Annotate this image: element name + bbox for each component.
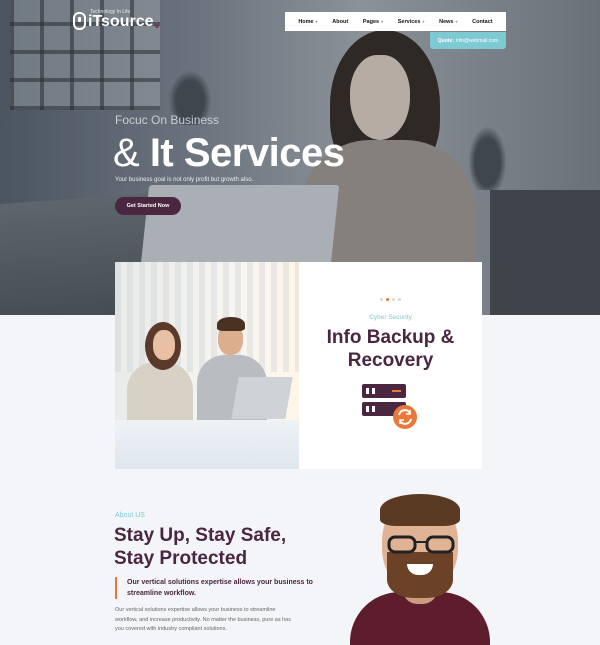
mouse-logo-icon [73,12,86,30]
hero-title-ampersand: & [113,131,140,175]
logo-tagline: Technology In Life [90,9,131,15]
nav-item-about[interactable]: About [332,19,348,25]
nav-item-pages[interactable]: Pages ▾ [363,19,383,25]
hero-title: & It Services [113,131,345,176]
about-body: Our vertical solutions expertise allows … [115,607,291,632]
about-title: Stay Up, Stay Safe, Stay Protected [114,525,287,569]
hero-chair [490,190,600,315]
hero-subtitle: Focuc On Business [115,113,220,127]
slider-dot[interactable] [392,298,395,301]
quote-label: Quote: [437,37,454,44]
nav-item-home[interactable]: Home ▾ [298,19,317,25]
chevron-down-icon: ▾ [422,19,425,24]
slider-dot[interactable] [398,298,401,301]
hero-title-main: It Services [149,131,345,175]
server-backup-icon [362,384,417,429]
slider-dot[interactable] [380,298,383,301]
nav-item-contact[interactable]: Contact [472,19,492,25]
logo-dot-icon [154,24,159,28]
site-logo[interactable]: Technology In Life iTsource [73,9,159,30]
main-nav: Home ▾ About Pages ▾ Services ▾ News ▾ Conta… [285,12,506,31]
about-kicker: About US [115,512,145,519]
get-started-button[interactable]: Get Started Now [115,197,181,215]
quote-email-badge[interactable]: Quote: info@webmail.com [430,32,506,49]
about-man-photo [345,492,495,645]
chevron-down-icon: ▾ [381,19,384,24]
slider-dots [380,298,401,301]
logo-text: iTsource [88,13,154,30]
chevron-down-icon: ▾ [315,19,318,24]
hero-description: Your business goal is not only profit bu… [115,177,254,183]
feature-title: Info Backup & Recovery [326,327,455,371]
quote-email[interactable]: info@webmail.com [456,38,498,44]
nav-item-news[interactable]: News ▾ [439,19,457,25]
feature-kicker: Cyber Security [369,314,412,321]
feature-office-photo [115,262,299,469]
slider-dot-active[interactable] [386,298,389,301]
chevron-down-icon: ▾ [455,19,458,24]
about-lead: Our vertical solutions expertise allows … [115,577,315,599]
nav-item-services[interactable]: Services ▾ [398,19,425,25]
feature-card: Cyber Security Info Backup & Recovery [115,262,482,469]
